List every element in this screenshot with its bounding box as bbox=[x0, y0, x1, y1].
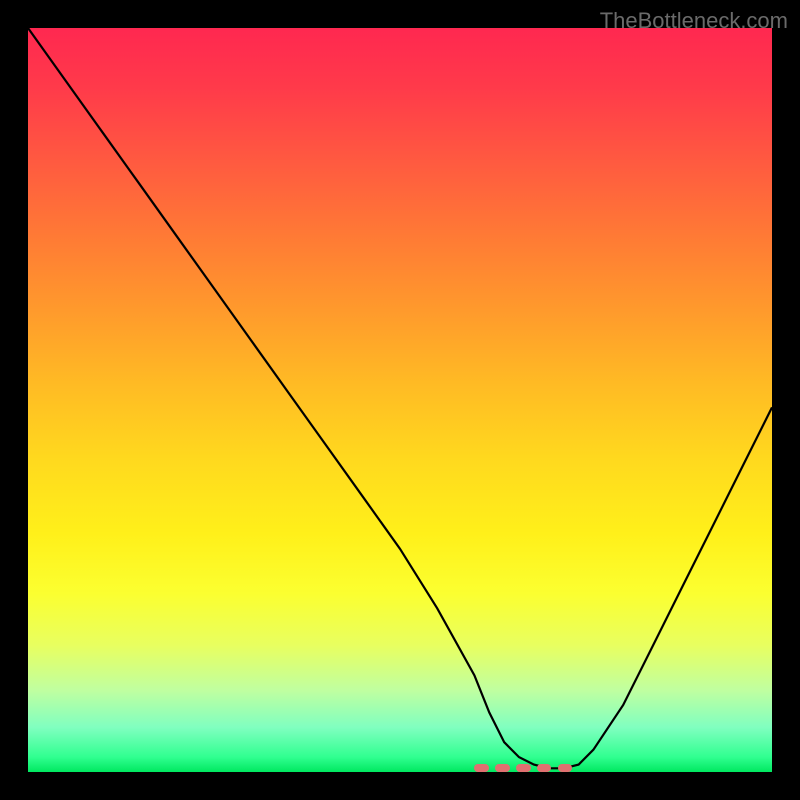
trough-dash bbox=[495, 764, 510, 772]
trough-dash bbox=[537, 764, 552, 772]
trough-dash bbox=[474, 764, 489, 772]
watermark-text: TheBottleneck.com bbox=[600, 8, 788, 34]
chart-plot-area bbox=[28, 28, 772, 772]
trough-marker bbox=[28, 28, 772, 772]
trough-dash bbox=[516, 764, 531, 772]
trough-dash bbox=[558, 764, 573, 772]
